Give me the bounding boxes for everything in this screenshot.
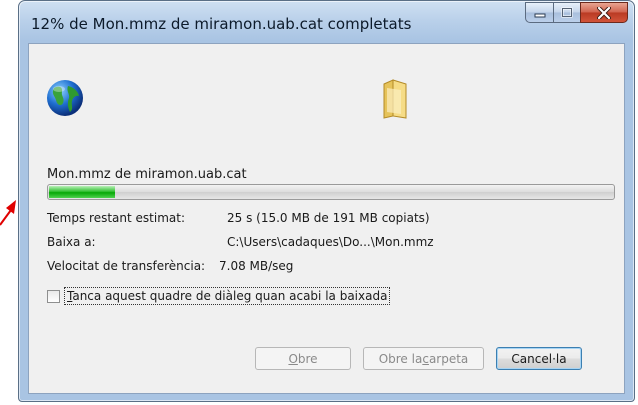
download-to-value: C:\Users\cadaques\Do...\Mon.mmz xyxy=(227,235,434,249)
transfer-rate-value: 7.08 MB/seg xyxy=(219,259,294,273)
caption-buttons xyxy=(525,2,628,24)
close-button[interactable] xyxy=(580,2,628,23)
globe-icon xyxy=(47,80,83,116)
title-bar[interactable]: 12% de Mon.mmz de miramon.uab.cat comple… xyxy=(19,1,634,43)
download-dialog: 12% de Mon.mmz de miramon.uab.cat comple… xyxy=(18,0,635,402)
minimize-icon xyxy=(534,13,545,17)
cancel-button[interactable]: Cancel·la xyxy=(496,347,582,370)
transfer-rate-label: Velocitat de transferència: xyxy=(47,259,206,273)
open-button[interactable]: Obre xyxy=(255,347,351,370)
time-remaining-value: 25 s (15.0 MB de 191 MB copiats) xyxy=(227,211,430,225)
minimize-button[interactable] xyxy=(525,2,553,23)
open-folder-button[interactable]: Obre la c arpeta xyxy=(363,347,484,370)
close-icon xyxy=(597,6,611,19)
window-title: 12% de Mon.mmz de miramon.uab.cat comple… xyxy=(31,15,412,33)
close-when-done-option[interactable]: Tanca aquest quadre de diàleg quan acabi… xyxy=(47,287,391,305)
folder-icon xyxy=(383,79,407,119)
time-remaining-label: Temps restant estimat: xyxy=(47,211,185,225)
close-when-done-label[interactable]: Tanca aquest quadre de diàleg quan acabi… xyxy=(63,287,391,305)
maximize-button[interactable] xyxy=(553,2,580,23)
maximize-icon xyxy=(561,7,573,18)
close-when-done-checkbox[interactable] xyxy=(47,289,60,303)
download-progress-bar xyxy=(47,184,615,200)
annotation-arrow-icon xyxy=(0,200,16,226)
dialog-content: Mon.mmz de miramon.uab.cat Temps restant… xyxy=(28,43,625,394)
download-source-label: Mon.mmz de miramon.uab.cat xyxy=(47,167,247,182)
download-to-label: Baixa a: xyxy=(47,235,96,249)
progress-fill xyxy=(49,186,115,198)
